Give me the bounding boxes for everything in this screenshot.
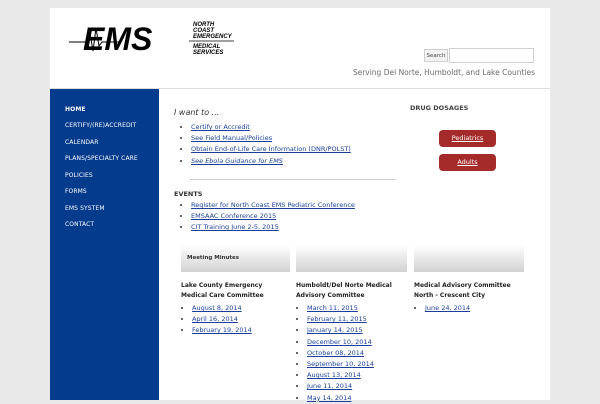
logo-text: EMS [83,21,153,57]
site-tagline: Serving Del Norte, Humboldt, and Lake Co… [352,68,535,77]
link-certify[interactable]: Certify or Accredit [191,123,250,131]
list-item: Obtain End-of-Life Care Information (DNR… [191,144,351,155]
sidebar-item-home[interactable]: HOME [65,106,86,113]
sidebar-nav: HOME CERTIFY/(RE)ACCREDIT CALENDAR PLANS… [50,89,159,400]
minutes-link[interactable]: June 11, 2014 [307,382,352,390]
list-item: See Field Manual/Policies [191,133,351,144]
column-header-bar [414,245,524,273]
minutes-link[interactable]: October 08, 2014 [307,349,364,357]
list-item: March 11, 2015 [307,303,374,314]
column-title-humboldt: Humboldt/Del Norte Medical Advisory Comm… [296,282,392,299]
minutes-link[interactable]: February 11, 2015 [307,315,367,323]
section-divider [190,179,396,180]
meeting-minutes-heading: Meeting Minutes [187,255,240,261]
minutes-link[interactable]: August 13, 2014 [307,371,361,379]
link-field-manual[interactable]: See Field Manual/Policies [191,134,272,142]
search-button[interactable]: Search [424,49,448,62]
list-item: CIT Training June 2-5, 2015 [191,222,355,233]
list-item: February 11, 2015 [307,314,374,325]
list-item: EMSAAC Conference 2015 [191,211,355,222]
link-ebola[interactable]: See Ebola Guidance for EMS [191,157,283,165]
sidebar-item-certify[interactable]: CERTIFY/(RE)ACCREDIT [65,122,136,129]
sidebar-item-contact[interactable]: CONTACT [65,221,94,228]
list-item: October 08, 2014 [307,348,374,359]
list-item: August 13, 2014 [307,370,374,381]
sidebar-item-forms[interactable]: FORMS [65,188,87,195]
list-item: June 11, 2014 [307,381,374,392]
link-event-emsaac[interactable]: EMSAAC Conference 2015 [191,212,276,220]
list-item: June 24, 2014 [425,303,470,314]
minutes-link[interactable]: February 19, 2014 [192,326,252,334]
list-item: Register for North Coast EMS Pediatric C… [191,200,355,211]
list-item: September 10, 2014 [307,359,374,370]
list-item: December 10, 2014 [307,337,374,348]
minutes-list-lake: August 8, 2014 April 16, 2014 February 1… [178,303,252,337]
list-item: August 8, 2014 [192,303,252,314]
column-header-bar [296,245,407,273]
sidebar-item-plans[interactable]: PLANS/SPECIALTY CARE [65,155,138,162]
list-item: Certify or Accredit [191,122,351,133]
link-event-cit[interactable]: CIT Training June 2-5, 2015 [191,223,279,231]
list-item: January 14, 2015 [307,325,374,336]
drug-dosages-heading: DRUG DOSAGES [410,104,469,112]
sidebar-item-ems-system[interactable]: EMS SYSTEM [65,205,105,212]
minutes-list-crescent: June 24, 2014 [411,303,470,314]
minutes-link[interactable]: December 10, 2014 [307,338,372,346]
want-link-list: Certify or Accredit See Field Manual/Pol… [173,122,351,167]
minutes-link[interactable]: January 14, 2015 [307,326,363,334]
sidebar-item-calendar[interactable]: CALENDAR [65,139,99,146]
list-item: February 19, 2014 [192,325,252,336]
minutes-link[interactable]: August 8, 2014 [192,304,242,312]
minutes-link[interactable]: May 14, 2014 [307,394,351,402]
list-item: April 16, 2014 [192,314,252,325]
logo-subtext-5: SERVICES [193,50,223,56]
link-end-of-life[interactable]: Obtain End-of-Life Care Information (DNR… [191,145,351,153]
logo-subtext-3: EMERGENCY [193,34,233,40]
ems-logo[interactable]: EMS NORTH COAST EMERGENCY MEDICAL SERVIC… [69,19,239,61]
events-link-list: Register for North Coast EMS Pediatric C… [173,200,355,234]
minutes-link[interactable]: June 24, 2014 [425,304,470,312]
search-input[interactable] [449,48,534,63]
list-item: May 14, 2014 [307,393,374,404]
minutes-list-humboldt: March 11, 2015 February 11, 2015 January… [293,303,374,404]
column-title-crescent: Medical Advisory Committee North - Cresc… [414,282,511,299]
pediatrics-button[interactable]: Pediatrics [439,130,496,147]
link-event-pediatric[interactable]: Register for North Coast EMS Pediatric C… [191,201,355,209]
column-title-lake: Lake County Emergency Medical Care Commi… [181,282,264,299]
sidebar-item-policies[interactable]: POLICIES [65,172,93,179]
adults-button[interactable]: Adults [439,154,496,171]
want-heading: I want to ... [174,108,220,117]
list-item: See Ebola Guidance for EMS [191,156,351,167]
minutes-link[interactable]: April 16, 2014 [192,315,238,323]
events-heading: EVENTS [174,190,203,198]
minutes-link[interactable]: March 11, 2015 [307,304,358,312]
minutes-link[interactable]: September 10, 2014 [307,360,374,368]
